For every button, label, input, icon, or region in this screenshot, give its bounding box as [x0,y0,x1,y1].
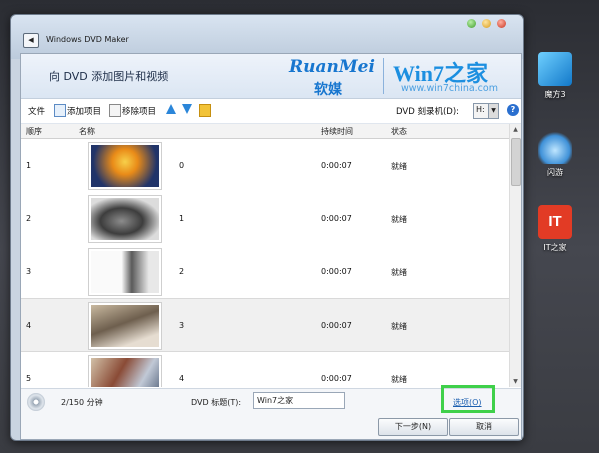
scroll-up-icon[interactable]: ▲ [510,124,521,135]
thumbnail [88,248,162,296]
row-status: 就绪 [391,322,407,331]
add-item-button[interactable]: 添加项目 [67,105,101,117]
add-item-icon[interactable] [54,104,66,117]
disc-usage-text: 2/150 分钟 [61,398,103,407]
column-header-status[interactable]: 状态 [391,126,407,137]
row-status: 就绪 [391,268,407,277]
dvd-drive-select[interactable]: H: ▼ [473,103,499,119]
desktop-icon-label: 闪游 [547,168,563,177]
options-link[interactable]: 选项(O) [453,397,482,408]
desktop-icon-label: 魔方3 [544,90,566,99]
maximize-button[interactable] [482,19,491,28]
table-row[interactable]: 2 1 0:00:07 就绪 [21,192,509,244]
table-row[interactable]: 3 2 0:00:07 就绪 [21,245,509,297]
file-menu[interactable]: 文件 [28,105,45,117]
column-header-name[interactable]: 名称 [79,126,95,137]
banner: 向 DVD 添加图片和视频 RuanMei 软媒 Win7之家 www.win7… [21,54,521,99]
row-duration: 0:00:07 [321,214,352,223]
row-name: 0 [179,161,185,170]
scroll-down-icon[interactable]: ▼ [510,376,521,387]
shanyou-icon [538,130,572,164]
footer: 2/150 分钟 DVD 标题(T): Win7之家 选项(O) 下一步(N) … [21,385,521,439]
scroll-thumb[interactable] [511,138,521,186]
thumbnail [88,355,162,387]
dvd-title-input[interactable]: Win7之家 [253,392,345,409]
move-down-icon[interactable] [182,104,192,115]
folder-icon[interactable] [199,104,211,117]
desktop-icon-mofang[interactable]: 魔方3 [533,52,577,100]
row-status: 就绪 [391,375,407,384]
dvd-drive-label: DVD 刻录机(D): [396,107,459,117]
move-up-icon[interactable] [166,104,176,115]
disc-icon [27,393,45,411]
dvd-maker-window: ◀ Windows DVD Maker 向 DVD 添加图片和视频 RuanMe… [10,14,524,441]
mofang-cube-icon [538,52,572,86]
desktop-icon-shanyou[interactable]: 闪游 [533,130,577,178]
table-row[interactable]: 5 4 0:00:07 就绪 [21,352,509,387]
row-name: 3 [179,321,185,330]
row-order: 5 [26,374,32,383]
close-button[interactable] [497,19,506,28]
row-duration: 0:00:07 [321,321,352,330]
dvd-drive-value: H: [476,105,485,114]
vertical-scrollbar[interactable]: ▲ ▼ [509,124,521,387]
table-row[interactable]: 1 0 0:00:07 就绪 [21,139,509,191]
table-header: 顺序 名称 持续时间 状态 [21,124,509,139]
help-icon[interactable]: ? [507,104,519,116]
back-button[interactable]: ◀ [23,33,39,48]
row-duration: 0:00:07 [321,161,352,170]
thumbnail [88,142,162,190]
row-order: 2 [26,214,32,223]
column-header-duration[interactable]: 持续时间 [321,126,353,137]
row-order: 3 [26,267,32,276]
logo-divider [383,58,384,94]
column-header-order[interactable]: 顺序 [26,126,42,137]
main-content: 向 DVD 添加图片和视频 RuanMei 软媒 Win7之家 www.win7… [20,53,522,440]
page-heading: 向 DVD 添加图片和视频 [49,70,169,83]
thumbnail [88,302,162,350]
row-status: 就绪 [391,162,407,171]
toolbar: 文件 添加项目 移除项目 DVD 刻录机(D): H: ▼ ? [21,99,521,124]
next-button[interactable]: 下一步(N) [378,418,448,436]
row-name: 1 [179,214,185,223]
row-order: 1 [26,161,32,170]
it-home-icon: IT [538,205,572,239]
desktop-icon-label: IT之家 [543,243,567,252]
window-title: Windows DVD Maker [46,35,129,44]
win7-url: www.win7china.com [401,83,498,94]
remove-item-button[interactable]: 移除项目 [122,105,156,117]
row-order: 4 [26,321,32,330]
item-list: 1 0 0:00:07 就绪 2 1 0:00:07 就绪 3 2 0:00:0… [21,139,509,387]
desktop-icon-ithome[interactable]: IT IT之家 [533,205,577,253]
chevron-down-icon[interactable]: ▼ [488,104,498,118]
row-duration: 0:00:07 [321,267,352,276]
row-duration: 0:00:07 [321,374,352,383]
remove-item-icon[interactable] [109,104,121,117]
thumbnail [88,195,162,243]
row-status: 就绪 [391,215,407,224]
ruanmei-logo-cn: 软媒 [314,82,342,98]
cancel-button[interactable]: 取消 [449,418,519,436]
dvd-title-label: DVD 标题(T): [191,398,242,407]
row-name: 4 [179,374,185,383]
row-name: 2 [179,267,185,276]
table-row-selected[interactable]: 4 3 0:00:07 就绪 [21,298,509,352]
minimize-button[interactable] [467,19,476,28]
ruanmei-logo: RuanMei [289,57,375,77]
